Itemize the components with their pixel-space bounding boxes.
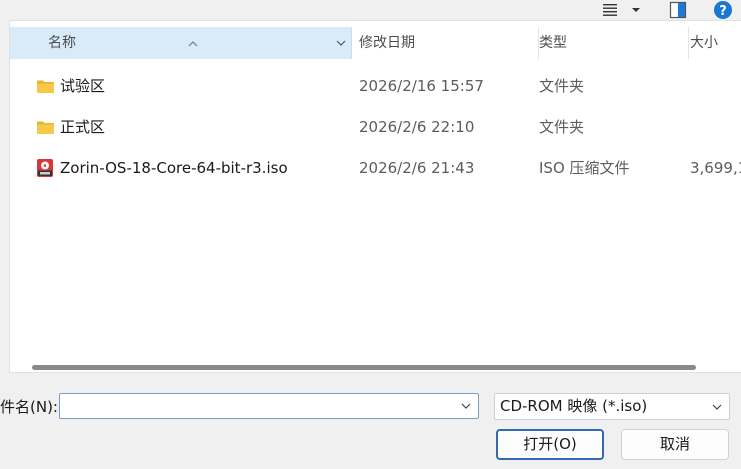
file-row-folder-trial[interactable]: 试验区 2026/2/16 15:57 文件夹	[10, 66, 741, 106]
file-date: 2026/2/6 21:43	[359, 159, 475, 177]
file-type-select[interactable]: CD-ROM 映像 (*.iso)	[494, 393, 730, 420]
help-label: ?	[719, 4, 727, 19]
column-header-size[interactable]: 大小	[690, 27, 741, 59]
file-name: 试验区	[60, 77, 106, 95]
folder-icon	[35, 66, 55, 106]
top-toolbar: ?	[0, 0, 741, 20]
filename-input[interactable]	[62, 395, 456, 419]
view-list-icon[interactable]	[600, 0, 620, 20]
file-row-iso[interactable]: Zorin-OS-18-Core-64-bit-r3.iso 2026/2/6 …	[10, 148, 741, 188]
column-header-type[interactable]: 类型	[539, 27, 682, 59]
column-header-name[interactable]: 名称	[10, 27, 351, 59]
sort-ascending-icon	[188, 29, 198, 59]
file-size	[690, 66, 741, 106]
column-name-label: 名称	[48, 35, 76, 51]
preview-pane-icon[interactable]	[667, 0, 689, 20]
filename-label: 件名(N):	[0, 398, 58, 416]
cancel-button[interactable]: 取消	[621, 429, 729, 460]
help-icon[interactable]: ?	[712, 0, 734, 20]
file-list-panel[interactable]: 名称 修改日期 类型 大小 试验区 2026/2/16 15:57 文件夹 正式…	[9, 20, 741, 373]
folder-icon	[35, 107, 55, 147]
horizontal-scrollbar[interactable]	[10, 361, 741, 372]
file-type: ISO 压缩文件	[539, 159, 630, 177]
column-type-label: 类型	[539, 35, 567, 51]
file-row-folder-official[interactable]: 正式区 2026/2/6 22:10 文件夹	[10, 107, 741, 147]
file-size	[690, 107, 741, 147]
open-button[interactable]: 打开(O)	[496, 429, 604, 460]
file-date: 2026/2/6 22:10	[359, 118, 475, 136]
file-type: 文件夹	[539, 77, 585, 95]
file-type: 文件夹	[539, 118, 585, 136]
column-date-label: 修改日期	[359, 35, 415, 51]
column-filter-chevron-icon[interactable]	[331, 27, 351, 59]
iso-file-icon	[35, 148, 55, 188]
filename-combobox[interactable]	[59, 393, 479, 419]
file-date: 2026/2/16 15:57	[359, 77, 484, 95]
column-divider[interactable]	[688, 27, 689, 59]
view-dropdown-icon[interactable]	[628, 0, 644, 20]
file-name: Zorin-OS-18-Core-64-bit-r3.iso	[60, 159, 288, 177]
scrollbar-thumb[interactable]	[32, 365, 696, 370]
file-size: 3,699,1	[690, 159, 741, 177]
file-name: 正式区	[60, 118, 106, 136]
chevron-down-icon[interactable]	[708, 394, 726, 419]
column-header-date[interactable]: 修改日期	[359, 27, 531, 59]
column-size-label: 大小	[690, 35, 718, 51]
file-type-selected: CD-ROM 映像 (*.iso)	[500, 397, 648, 415]
column-divider[interactable]	[351, 27, 352, 59]
chevron-down-icon[interactable]	[457, 394, 475, 418]
